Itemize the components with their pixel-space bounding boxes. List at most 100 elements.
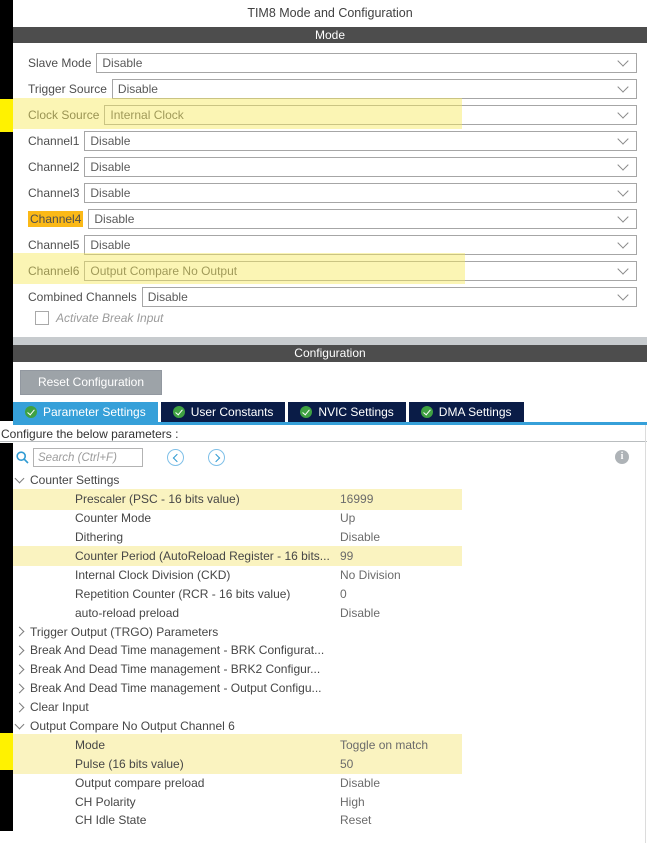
- tree-param-pulse[interactable]: Pulse (16 bits value) 50: [13, 753, 644, 775]
- channel3-select[interactable]: Disable: [84, 183, 637, 203]
- dropdown-value: Disable: [90, 134, 131, 148]
- search-icon: [16, 451, 29, 464]
- param-value[interactable]: 16999: [340, 492, 373, 506]
- next-match-button[interactable]: [208, 449, 225, 466]
- tree-group-label: Output Compare No Output Channel 6: [30, 719, 235, 734]
- slave-mode-label: Slave Mode: [28, 56, 92, 70]
- param-value[interactable]: No Division: [340, 568, 401, 582]
- param-value[interactable]: Disable: [340, 530, 380, 544]
- param-value[interactable]: 0: [340, 587, 347, 601]
- mode-row-channel5: Channel5 Disable: [28, 235, 637, 255]
- clock-source-select[interactable]: Internal Clock: [104, 105, 637, 125]
- tree-group-clear-input[interactable]: Clear Input: [13, 698, 644, 717]
- channel5-label: Channel5: [28, 238, 80, 252]
- trigger-source-select[interactable]: Disable: [111, 79, 637, 99]
- param-label: Mode: [75, 737, 106, 752]
- green-check-icon: [420, 406, 433, 418]
- channel6-label: Channel6: [28, 264, 80, 278]
- channel2-label: Channel2: [28, 160, 80, 174]
- search-input[interactable]: [33, 448, 143, 467]
- chevron-down-icon: [617, 185, 629, 197]
- green-check-icon: [25, 406, 37, 418]
- chevron-down-icon: [617, 133, 629, 145]
- channel5-select[interactable]: Disable: [84, 235, 637, 255]
- reset-configuration-button[interactable]: Reset Configuration: [20, 370, 162, 395]
- mode-row-combined-channels: Combined Channels Disable: [28, 287, 637, 307]
- combined-channels-label: Combined Channels: [28, 290, 137, 304]
- chevron-down-icon: [617, 107, 629, 119]
- tab-dma-settings[interactable]: DMA Settings: [408, 402, 524, 422]
- tab-parameter-settings[interactable]: Parameter Settings: [13, 402, 158, 422]
- channel6-select[interactable]: Output Compare No Output: [84, 261, 637, 281]
- dropdown-value: Disable: [147, 290, 188, 304]
- tree-group-label: Break And Dead Time management - BRK Con…: [30, 643, 325, 658]
- tree-group-output-compare-channel6[interactable]: Output Compare No Output Channel 6: [13, 717, 644, 736]
- tim8-config-panel: TIM8 Mode and Configuration Mode Slave M…: [0, 0, 647, 843]
- tree-group-trigger-output[interactable]: Trigger Output (TRGO) Parameters: [13, 622, 644, 641]
- activate-break-input-checkbox[interactable]: [35, 311, 49, 325]
- tree-param-prescaler[interactable]: Prescaler (PSC - 16 bits value) 16999: [13, 488, 644, 510]
- tree-param-output-compare-preload[interactable]: Output compare preload Disable: [13, 773, 644, 792]
- tab-nvic-settings[interactable]: NVIC Settings: [288, 402, 406, 422]
- tree-group-brk2-configuration[interactable]: Break And Dead Time management - BRK2 Co…: [13, 660, 644, 679]
- dropdown-value: Internal Clock: [110, 108, 184, 122]
- dropdown-value: Output Compare No Output: [90, 264, 238, 278]
- param-label: Dithering: [75, 530, 124, 545]
- tree-param-auto-reload-preload[interactable]: auto-reload preload Disable: [13, 603, 644, 622]
- channel1-select[interactable]: Disable: [84, 131, 637, 151]
- combined-channels-select[interactable]: Disable: [141, 287, 637, 307]
- tree-param-counter-period[interactable]: Counter Period (AutoReload Register - 16…: [13, 545, 644, 567]
- chevron-right-icon: [14, 664, 25, 675]
- chevron-down-icon: [617, 237, 629, 249]
- tree-param-mode[interactable]: Mode Toggle on match: [13, 734, 644, 756]
- param-label: Output compare preload: [75, 775, 205, 790]
- settings-tabs: Parameter Settings User Constants NVIC S…: [13, 402, 527, 422]
- trigger-source-label: Trigger Source: [28, 82, 107, 96]
- tab-user-constants[interactable]: User Constants: [160, 402, 286, 422]
- tree-param-internal-clock-division[interactable]: Internal Clock Division (CKD) No Divisio…: [13, 565, 644, 584]
- chevron-down-icon: [617, 81, 629, 93]
- tree-param-counter-mode[interactable]: Counter Mode Up: [13, 509, 644, 528]
- tree-group-output-configuration[interactable]: Break And Dead Time management - Output …: [13, 679, 644, 698]
- dropdown-value: Disable: [90, 238, 131, 252]
- param-value[interactable]: Reset: [340, 813, 371, 827]
- chevron-right-icon: [14, 702, 25, 713]
- channel4-select[interactable]: Disable: [88, 209, 637, 229]
- param-value[interactable]: Up: [340, 511, 355, 525]
- param-label: Counter Period (AutoReload Register - 16…: [75, 549, 330, 563]
- tree-param-ch-polarity[interactable]: CH Polarity High: [13, 792, 644, 811]
- mode-rows: Slave Mode Disable Trigger Source Disabl…: [13, 53, 647, 313]
- mode-row-channel1: Channel1 Disable: [28, 131, 637, 151]
- param-value[interactable]: Toggle on match: [340, 738, 428, 752]
- tree-group-label: Break And Dead Time management - BRK2 Co…: [30, 662, 321, 677]
- page-title: TIM8 Mode and Configuration: [247, 6, 413, 20]
- tree-group-brk-configuration[interactable]: Break And Dead Time management - BRK Con…: [13, 641, 644, 660]
- param-value[interactable]: High: [340, 795, 365, 809]
- param-label: Internal Clock Division (CKD): [75, 567, 231, 582]
- previous-match-button[interactable]: [167, 449, 184, 466]
- param-label: auto-reload preload: [75, 605, 180, 620]
- param-value[interactable]: 50: [340, 757, 353, 771]
- param-label: Counter Mode: [75, 511, 152, 526]
- mode-row-slave-mode: Slave Mode Disable: [28, 53, 637, 73]
- channel2-select[interactable]: Disable: [84, 157, 637, 177]
- param-value[interactable]: Disable: [340, 776, 380, 790]
- mode-section-header: Mode: [13, 27, 647, 43]
- slave-mode-select[interactable]: Disable: [96, 53, 637, 73]
- info-icon[interactable]: i: [615, 450, 629, 464]
- tree-param-ch-idle-state[interactable]: CH Idle State Reset: [13, 811, 644, 830]
- tab-label: Parameter Settings: [43, 405, 146, 419]
- left-black-strip: [0, 0, 13, 421]
- tree-param-dithering[interactable]: Dithering Disable: [13, 528, 644, 547]
- tab-label: DMA Settings: [438, 405, 512, 419]
- green-check-icon: [300, 406, 313, 418]
- param-value[interactable]: Disable: [340, 606, 380, 620]
- chevron-down-icon: [617, 55, 629, 67]
- activate-break-input-row: Activate Break Input: [35, 311, 163, 325]
- chevron-right-icon: [14, 683, 25, 694]
- dropdown-value: Disable: [90, 160, 131, 174]
- param-value[interactable]: 99: [340, 549, 353, 563]
- tree-group-counter-settings[interactable]: Counter Settings: [13, 471, 644, 490]
- tree-param-repetition-counter[interactable]: Repetition Counter (RCR - 16 bits value)…: [13, 584, 644, 603]
- search-row: i: [13, 446, 647, 469]
